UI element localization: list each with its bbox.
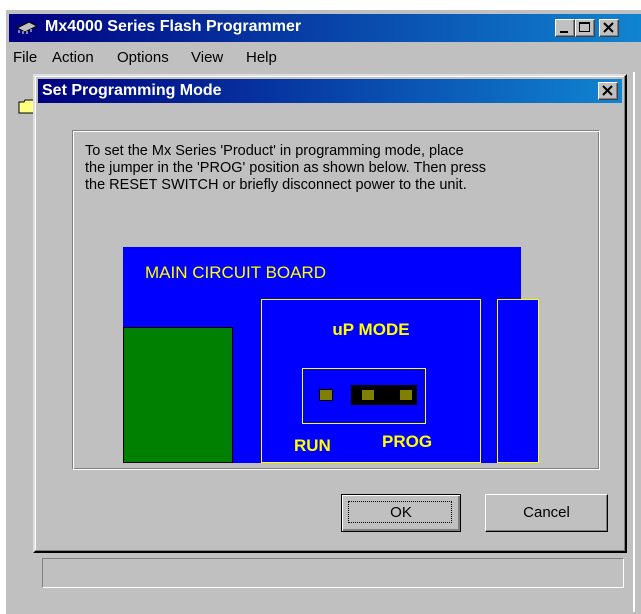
minimize-icon xyxy=(560,31,568,33)
window-divider xyxy=(633,72,635,612)
menu-bar: File Action Options View Help xyxy=(9,46,641,70)
dialog-close-button[interactable] xyxy=(598,82,618,100)
jumper-block xyxy=(302,368,426,424)
close-icon xyxy=(602,85,613,96)
close-icon xyxy=(603,22,614,33)
board-component xyxy=(123,327,233,463)
set-programming-mode-dialog: Set Programming Mode To set the Mx Serie… xyxy=(33,74,627,553)
prog-label: PROG xyxy=(382,432,433,451)
dialog-title: Set Programming Mode xyxy=(42,82,222,99)
board-notch xyxy=(521,247,539,299)
window-title: Mx4000 Series Flash Programmer xyxy=(45,18,302,35)
jumper-pin-prog xyxy=(399,389,413,401)
board-connector xyxy=(497,299,539,463)
status-panel xyxy=(42,558,624,588)
ok-button[interactable]: OK xyxy=(341,494,461,532)
menu-file[interactable]: File xyxy=(13,49,37,66)
close-window-button[interactable] xyxy=(599,19,619,37)
maximize-icon xyxy=(579,22,590,32)
chip-icon xyxy=(15,21,39,34)
up-mode-area: uP MODE RUN PROG xyxy=(261,299,481,463)
board-title: MAIN CIRCUIT BOARD xyxy=(145,263,327,282)
menu-options[interactable]: Options xyxy=(117,49,169,66)
up-mode-title: uP MODE xyxy=(332,320,410,339)
jumper-pin-prog xyxy=(361,389,375,401)
maximize-button[interactable] xyxy=(575,19,595,37)
instructions-text: To set the Mx Series 'Product' in progra… xyxy=(85,143,487,193)
dialog-title-bar[interactable]: Set Programming Mode xyxy=(38,79,622,103)
menu-action[interactable]: Action xyxy=(52,49,94,66)
circuit-board-diagram: MAIN CIRCUIT BOARD uP MODE RUN PROG xyxy=(123,247,539,463)
menu-help[interactable]: Help xyxy=(246,49,277,66)
cancel-button[interactable]: Cancel xyxy=(485,494,608,532)
minimize-button[interactable] xyxy=(555,19,575,37)
main-title-bar[interactable]: Mx4000 Series Flash Programmer xyxy=(9,14,641,42)
jumper-pin-run xyxy=(319,389,333,401)
run-label: RUN xyxy=(294,436,331,455)
menu-view[interactable]: View xyxy=(191,49,223,66)
instructions-panel: To set the Mx Series 'Product' in progra… xyxy=(72,130,600,470)
